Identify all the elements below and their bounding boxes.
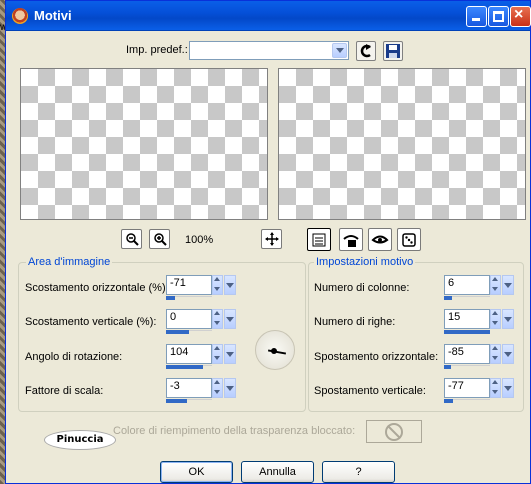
chevron-down-icon[interactable] (224, 309, 236, 329)
close-button[interactable]: × (510, 6, 531, 27)
cancel-button[interactable]: Annulla (241, 461, 314, 483)
reset-icon (360, 44, 371, 58)
app-icon (12, 8, 28, 24)
zoom-out-icon (125, 233, 139, 246)
updown-arrows-icon[interactable] (212, 275, 223, 295)
chevron-down-icon[interactable] (502, 344, 514, 364)
updown-arrows-icon[interactable] (490, 275, 501, 295)
dialog-window: Motivi × Imp. predef.: 100% Area d'immag… (5, 0, 531, 484)
v-offset-input[interactable]: 0 (166, 309, 212, 329)
v-offset-slider[interactable] (166, 330, 189, 334)
updown-arrows-icon[interactable] (490, 378, 501, 398)
pinuccia-logo: Pinuccia (44, 430, 116, 450)
rotation-input[interactable]: 104 (166, 344, 212, 364)
h-shift-input[interactable]: -85 (444, 344, 490, 364)
zoom-in-button[interactable] (149, 229, 170, 249)
lock-button[interactable] (339, 228, 363, 251)
no-color-icon (385, 423, 403, 441)
field-label-h-shift: Spostamento orizzontale: (314, 351, 439, 363)
ok-button[interactable]: OK (160, 461, 233, 483)
h-offset-slider[interactable] (166, 296, 175, 300)
chevron-down-icon[interactable] (224, 344, 236, 364)
field-label-h-offset: Scostamento orizzontale (%): (25, 282, 169, 294)
help-button[interactable]: ? (322, 461, 395, 483)
preset-dropdown[interactable] (189, 41, 349, 60)
maximize-icon (493, 11, 504, 22)
field-label-columns: Numero di colonne: (314, 282, 410, 294)
scale-slider[interactable] (166, 399, 187, 403)
chevron-down-icon[interactable] (224, 378, 236, 398)
v-shift-slider[interactable] (444, 399, 453, 403)
columns-input[interactable]: 6 (444, 275, 490, 295)
dice-icon (402, 233, 416, 247)
transparency-label: Colore di riempimento della trasparenza … (113, 425, 356, 437)
h-shift-spinner[interactable]: -85 (444, 344, 514, 371)
scale-input[interactable]: -3 (166, 378, 212, 398)
close-icon: × (514, 6, 524, 23)
list-icon (312, 233, 326, 247)
zoom-in-icon (153, 233, 167, 246)
updown-arrows-icon[interactable] (212, 309, 223, 329)
zoom-out-button[interactable] (121, 229, 142, 249)
chevron-down-icon[interactable] (502, 309, 514, 329)
columns-slider[interactable] (444, 296, 452, 300)
h-offset-input[interactable]: -71 (166, 275, 212, 295)
chevron-down-icon[interactable] (502, 378, 514, 398)
chevron-down-icon[interactable] (224, 275, 236, 295)
scale-spinner[interactable]: -3 (166, 378, 236, 405)
save-icon (386, 44, 400, 58)
updown-arrows-icon[interactable] (212, 344, 223, 364)
preset-label: Imp. predef.: (126, 44, 188, 56)
minimize-icon (472, 18, 480, 21)
rows-spinner[interactable]: 15 (444, 309, 514, 336)
h-shift-slider[interactable] (444, 365, 451, 369)
field-label-v-shift: Spostamento verticale: (314, 385, 426, 397)
chevron-down-icon[interactable] (502, 275, 514, 295)
columns-spinner[interactable]: 6 (444, 275, 514, 302)
save-preset-button[interactable] (383, 41, 403, 61)
pan-button[interactable] (261, 229, 282, 249)
eye-button[interactable] (368, 228, 392, 251)
v-offset-spinner[interactable]: 0 (166, 309, 236, 336)
chevron-down-icon[interactable] (332, 43, 347, 58)
rows-slider[interactable] (444, 330, 490, 334)
minimize-button[interactable] (466, 6, 487, 27)
transparency-color-swatch (366, 420, 422, 443)
rotation-spinner[interactable]: 104 (166, 344, 236, 371)
eye-icon (371, 235, 389, 244)
field-label-scale: Fattore di scala: (25, 385, 104, 397)
updown-arrows-icon[interactable] (490, 344, 501, 364)
move-icon (264, 232, 279, 246)
updown-arrows-icon[interactable] (490, 309, 501, 329)
field-label-v-offset: Scostamento verticale (%): (25, 316, 157, 328)
updown-arrows-icon[interactable] (212, 378, 223, 398)
v-shift-spinner[interactable]: -77 (444, 378, 514, 405)
preview-before (20, 68, 268, 220)
preview-after (278, 68, 526, 220)
window-title: Motivi (34, 8, 72, 23)
field-label-rotation: Angolo di rotazione: (25, 351, 123, 363)
field-label-rows: Numero di righe: (314, 316, 396, 328)
rotation-dial[interactable] (255, 330, 295, 370)
zoom-level: 100% (185, 234, 214, 246)
h-offset-spinner[interactable]: -71 (166, 275, 236, 302)
maximize-button[interactable] (488, 6, 509, 27)
reset-preset-button[interactable] (356, 41, 376, 61)
v-shift-input[interactable]: -77 (444, 378, 490, 398)
rows-input[interactable]: 15 (444, 309, 490, 329)
randomize-button[interactable] (397, 228, 421, 251)
image-area-title: Area d'immagine (26, 256, 113, 268)
title-bar[interactable]: Motivi × (6, 1, 531, 31)
rotation-slider[interactable] (166, 365, 203, 369)
pattern-settings-title: Impostazioni motivo (314, 256, 416, 268)
proof-toggle-button[interactable] (307, 228, 331, 251)
eye-lock-icon (343, 235, 359, 247)
